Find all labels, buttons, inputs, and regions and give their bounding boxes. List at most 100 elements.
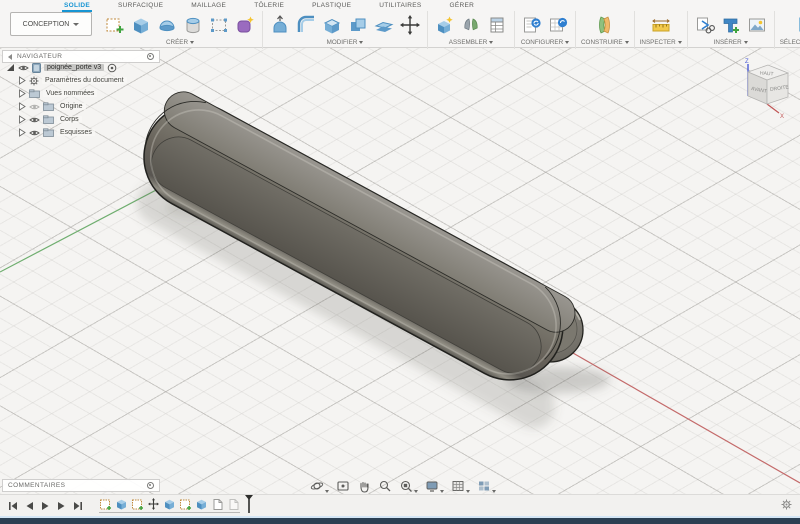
- construction-plane-icon[interactable]: [593, 12, 617, 38]
- expand-triangle-icon[interactable]: [18, 89, 26, 98]
- timeline-extrude-icon[interactable]: [195, 497, 208, 511]
- rectangular-pattern-icon[interactable]: [207, 12, 231, 38]
- configure-document-icon[interactable]: [520, 12, 544, 38]
- bom-table-icon[interactable]: [485, 12, 509, 38]
- group-label-construire[interactable]: CONSTRUIRE: [581, 39, 629, 46]
- comments-panel-header[interactable]: COMMENTAIRES: [2, 479, 160, 492]
- viewports-icon[interactable]: [477, 479, 496, 493]
- timeline-extrude-icon[interactable]: [163, 497, 176, 511]
- insert-derive-icon[interactable]: [693, 12, 717, 38]
- visibility-eye-icon[interactable]: [18, 64, 29, 72]
- combine-icon[interactable]: [346, 12, 370, 38]
- tab-plastique[interactable]: PLASTIQUE: [310, 0, 353, 10]
- group-label-assembler[interactable]: ASSEMBLER: [449, 39, 494, 46]
- timeline-position-marker[interactable]: [244, 495, 254, 513]
- separator: [773, 11, 775, 49]
- root-component-label[interactable]: poignée_porte v3: [44, 64, 105, 71]
- tab-solide[interactable]: SOLIDE: [62, 0, 92, 12]
- tree-root-component[interactable]: poignée_porte v3: [2, 61, 172, 74]
- tree-item-label[interactable]: Vues nommées: [43, 90, 98, 97]
- group-selectionner: SÉLECTIONNER: [777, 11, 800, 46]
- axis-z-label: Z: [745, 59, 749, 65]
- shell-icon[interactable]: [320, 12, 344, 38]
- group-label-inspecter[interactable]: INSPECTER: [640, 39, 682, 46]
- tab-utilitaires[interactable]: UTILITAIRES: [377, 0, 423, 10]
- display-settings-icon[interactable]: [425, 479, 444, 493]
- dropdown-caret-icon: [565, 41, 570, 44]
- tree-item-corps[interactable]: Corps: [14, 113, 172, 126]
- timeline-sketch-icon[interactable]: [131, 497, 144, 511]
- workspace-selector[interactable]: CONCEPTION: [10, 12, 92, 36]
- view-cube[interactable]: Z X HAUT AVANT DROITE: [734, 54, 796, 120]
- tree-item-vues-nommees[interactable]: Vues nommées: [14, 87, 172, 100]
- tab-gerer[interactable]: GÉRER: [447, 0, 476, 10]
- go-to-start-button[interactable]: [8, 501, 18, 511]
- timeline-sketch-icon[interactable]: [179, 497, 192, 511]
- group-label-creer[interactable]: CRÉER: [166, 39, 195, 46]
- move-icon[interactable]: [398, 12, 422, 38]
- revolve-icon[interactable]: [155, 12, 179, 38]
- tab-tolerie[interactable]: TÔLERIE: [252, 0, 286, 10]
- tab-maillage[interactable]: MAILLAGE: [189, 0, 228, 10]
- expanded-triangle-icon[interactable]: [6, 63, 15, 72]
- step-forward-button[interactable]: [57, 501, 66, 511]
- tree-item-label[interactable]: Paramètres du document: [42, 77, 127, 84]
- insert-mesh-icon[interactable]: [719, 12, 743, 38]
- canvas-icon[interactable]: [745, 12, 769, 38]
- view-navigation-bar: [310, 479, 496, 493]
- expand-triangle-icon[interactable]: [18, 102, 26, 111]
- measure-icon[interactable]: [649, 12, 673, 38]
- tree-item-label[interactable]: Corps: [57, 116, 82, 123]
- form-icon[interactable]: [233, 12, 257, 38]
- fit-icon[interactable]: [399, 479, 418, 493]
- timeline-sketch-icon[interactable]: [99, 497, 112, 511]
- press-pull-icon[interactable]: [268, 12, 292, 38]
- dropdown-caret-icon: [190, 41, 195, 44]
- new-component-icon[interactable]: [433, 12, 457, 38]
- tree-item-esquisses[interactable]: Esquisses: [14, 126, 172, 139]
- collapse-panel-icon[interactable]: [8, 53, 12, 60]
- group-label-selectionner[interactable]: SÉLECTIONNER: [780, 39, 800, 46]
- extrude-icon[interactable]: [129, 12, 153, 38]
- go-to-end-button[interactable]: [73, 501, 83, 511]
- panel-options-icon[interactable]: [147, 482, 154, 489]
- timeline-move-icon[interactable]: [147, 497, 160, 511]
- select-icon[interactable]: [795, 12, 800, 38]
- tree-item-label[interactable]: Esquisses: [57, 129, 95, 136]
- visibility-eye-icon[interactable]: [29, 116, 40, 124]
- activate-component-radio-icon[interactable]: [107, 63, 117, 73]
- hole-icon[interactable]: [181, 12, 205, 38]
- look-at-icon[interactable]: [336, 479, 350, 493]
- dropdown-caret-icon: [677, 41, 682, 44]
- chevron-down-icon: [73, 22, 80, 26]
- tree-item-parametres[interactable]: Paramètres du document: [14, 74, 172, 87]
- fillet-icon[interactable]: [294, 12, 318, 38]
- expand-triangle-icon[interactable]: [18, 76, 26, 85]
- pan-icon[interactable]: [357, 479, 371, 493]
- group-label-inserer[interactable]: INSÉRER: [714, 39, 748, 46]
- tree-item-origine[interactable]: Origine: [14, 100, 172, 113]
- tab-surfacique[interactable]: SURFACIQUE: [116, 0, 165, 10]
- grid-settings-icon[interactable]: [451, 479, 470, 493]
- visibility-eye-icon[interactable]: [29, 129, 40, 137]
- group-label-configurer[interactable]: CONFIGURER: [521, 39, 570, 46]
- play-button[interactable]: [41, 501, 50, 511]
- panel-options-icon[interactable]: [147, 53, 154, 60]
- expand-triangle-icon[interactable]: [18, 128, 26, 137]
- separator: [514, 11, 515, 49]
- timeline-drawing-icon[interactable]: [211, 497, 224, 511]
- zoom-icon[interactable]: [378, 479, 392, 493]
- tree-item-label[interactable]: Origine: [57, 103, 86, 110]
- joint-icon[interactable]: [459, 12, 483, 38]
- offset-face-icon[interactable]: [372, 12, 396, 38]
- group-label-modifier[interactable]: MODIFIER: [327, 39, 364, 46]
- orbit-icon[interactable]: [310, 479, 329, 493]
- timeline-extrude-icon[interactable]: [115, 497, 128, 511]
- timeline-settings-gear-icon[interactable]: [781, 497, 792, 515]
- timeline-drawing-icon-dimmed[interactable]: [227, 497, 240, 511]
- create-sketch-icon[interactable]: [103, 12, 127, 38]
- visibility-eye-icon-hidden[interactable]: [29, 103, 40, 111]
- expand-triangle-icon[interactable]: [18, 115, 26, 124]
- configure-table-icon[interactable]: [546, 12, 570, 38]
- step-back-button[interactable]: [25, 501, 34, 511]
